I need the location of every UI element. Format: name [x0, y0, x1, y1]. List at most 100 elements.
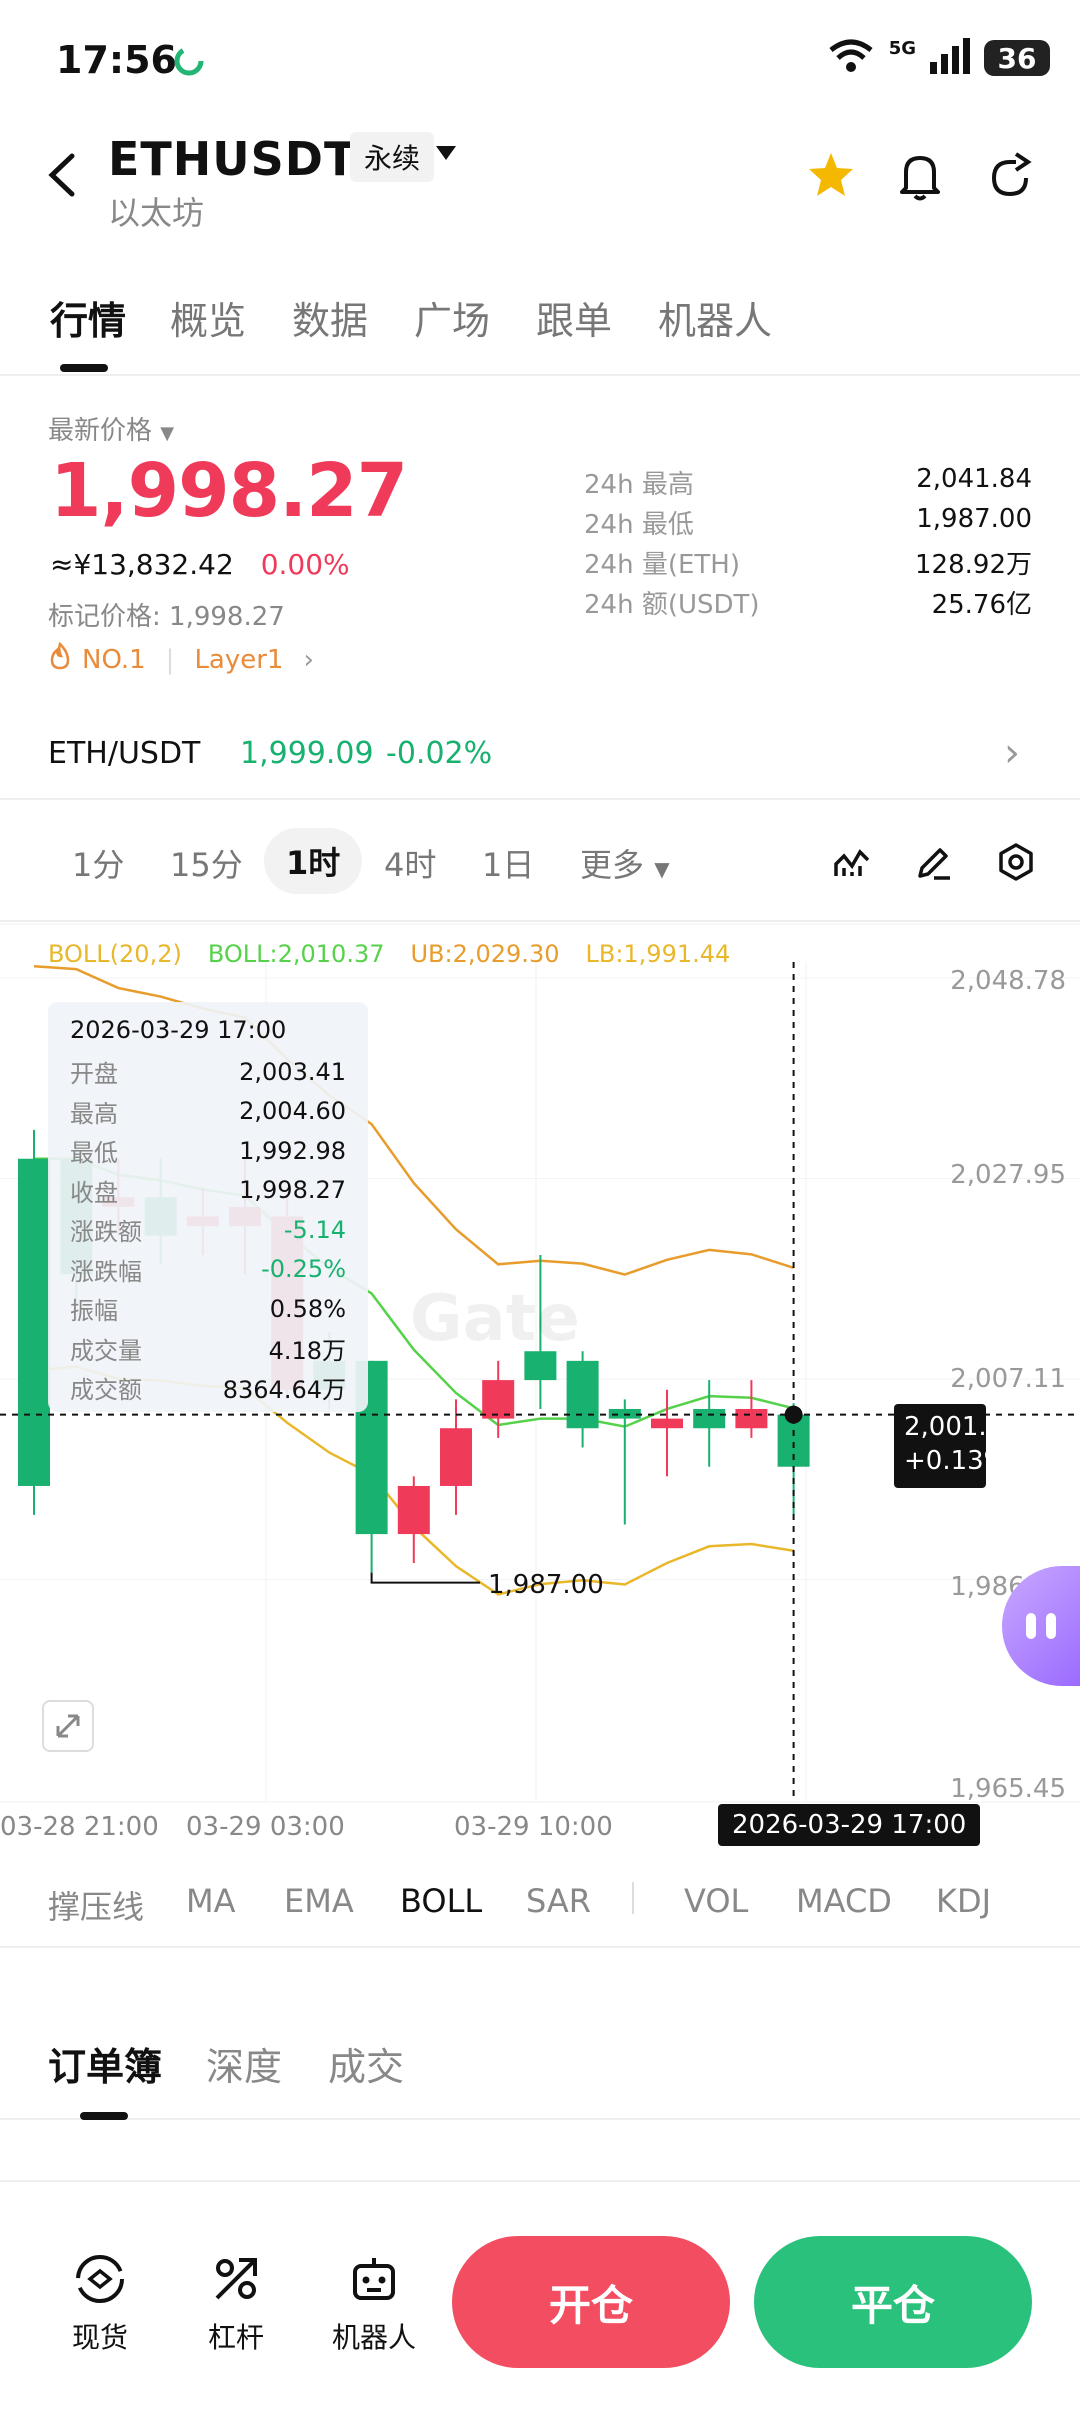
margin-icon: [215, 2258, 257, 2300]
ind-ema[interactable]: EMA: [284, 1882, 354, 1920]
stat-low-value: 1,987.00: [916, 504, 1032, 534]
tab-overview[interactable]: 概览: [170, 290, 246, 345]
tooltip-value: 8364.64万: [222, 1376, 346, 1405]
stat-volume: 24h 量(ETH) 128.92万: [584, 544, 1032, 584]
category-badge: Layer1: [194, 644, 284, 675]
favorite-star-icon[interactable]: [806, 150, 856, 204]
rank-divider: |: [165, 644, 175, 675]
chart-settings-icon[interactable]: [996, 842, 1036, 886]
stat-volume-value: 128.92万: [915, 550, 1032, 580]
stat-turnover: 24h 额(USDT) 25.76亿: [584, 584, 1032, 624]
tooltip-row: 涨跌额 -5.14: [70, 1210, 346, 1250]
pair-dropdown-icon[interactable]: [434, 144, 458, 166]
crosshair-dot: [784, 1405, 803, 1424]
indicator-tabs: 撑压线 MA EMA BOLL SAR VOL MACD KDJ: [0, 1852, 1080, 1948]
tab-data[interactable]: 数据: [292, 290, 368, 345]
tf-1m[interactable]: 1分: [72, 840, 124, 886]
ind-support-resistance[interactable]: 撑压线: [48, 1882, 144, 1928]
tab-trades[interactable]: 成交: [328, 2036, 404, 2091]
stat-turnover-label: 24h 额(USDT): [584, 590, 760, 620]
kline-chart[interactable]: BOLL(20,2) BOLL:2,010.37 UB:2,029.30 LB:…: [0, 922, 1080, 1852]
status-bar: 17:56 5G 36: [0, 0, 1080, 120]
ind-sar[interactable]: SAR: [526, 1882, 591, 1920]
back-button[interactable]: [44, 150, 80, 204]
tf-more[interactable]: 更多 ▼: [580, 840, 670, 886]
tf-1h[interactable]: 1时: [264, 828, 363, 894]
tooltip-key: 最高: [70, 1099, 118, 1128]
ind-boll[interactable]: BOLL: [400, 1882, 482, 1920]
fire-icon: [48, 641, 72, 677]
spot-button[interactable]: 现货: [72, 2252, 128, 2356]
x-label: 03-28 21:00: [0, 1812, 159, 1842]
spot-label: 现货: [72, 2321, 129, 2354]
low-marker-line: [370, 1572, 480, 1584]
spot-price-row[interactable]: ETH/USDT 1,999.09 -0.02% ›: [0, 720, 1080, 800]
low-marker-label: 1,987.00: [488, 1570, 604, 1600]
divider: [632, 1882, 634, 1914]
current-price-label: 2,001.04 +0.13%: [894, 1404, 1020, 1488]
spot-price: 1,999.09: [240, 736, 374, 771]
spot-icon: [76, 2255, 124, 2303]
crosshair-time-label: 2026-03-29 17:00: [718, 1804, 981, 1846]
ind-ma[interactable]: MA: [186, 1882, 236, 1920]
tab-depth[interactable]: 深度: [206, 2036, 282, 2091]
tooltip-key: 最低: [70, 1139, 118, 1168]
bot-button[interactable]: 机器人: [332, 2252, 416, 2356]
contract-type-tag[interactable]: 永续: [350, 132, 435, 182]
tab-market[interactable]: 行情: [50, 290, 126, 345]
stat-low-label: 24h 最低: [584, 510, 694, 540]
tooltip-key: 成交量: [70, 1336, 142, 1365]
header: ETHUSDT 永续 以太坊: [0, 120, 1080, 250]
y-tick: 1,965.45: [950, 1774, 1066, 1804]
indicator-chart-icon[interactable]: [832, 842, 872, 886]
cny-value: ≈¥13,832.42: [50, 548, 234, 581]
chevron-right-icon: ›: [1004, 730, 1020, 776]
tooltip-value: -0.25%: [261, 1255, 346, 1284]
tooltip-key: 开盘: [70, 1060, 118, 1089]
tab-orderbook[interactable]: 订单簿: [48, 2036, 162, 2091]
tf-more-label: 更多: [580, 846, 645, 884]
tf-4h[interactable]: 4时: [384, 840, 436, 886]
tooltip-row: 成交额 8364.64万: [70, 1368, 346, 1408]
open-position-button[interactable]: 开仓: [452, 2236, 730, 2368]
draw-pencil-icon[interactable]: [914, 842, 954, 886]
pair-title[interactable]: ETHUSDT: [108, 132, 356, 186]
close-position-button[interactable]: 平仓: [754, 2236, 1032, 2368]
last-price-label[interactable]: 最新价格 ▼: [48, 410, 174, 447]
margin-button[interactable]: 杠杆: [208, 2252, 264, 2356]
share-icon[interactable]: [986, 150, 1034, 204]
y-tick: 2,007.11: [950, 1364, 1066, 1394]
ind-vol[interactable]: VOL: [684, 1882, 748, 1920]
fullscreen-expand-icon[interactable]: [42, 1700, 94, 1752]
tab-copytrade[interactable]: 跟单: [536, 290, 612, 345]
tooltip-value: 0.58%: [269, 1294, 346, 1323]
bot-label: 机器人: [332, 2321, 417, 2354]
stat-high: 24h 最高 2,041.84: [584, 464, 1032, 504]
chevron-right-icon: ›: [303, 644, 314, 675]
spot-pair: ETH/USDT: [48, 736, 201, 771]
tab-square[interactable]: 广场: [414, 290, 490, 345]
ind-macd[interactable]: MACD: [796, 1882, 892, 1920]
stat-volume-label: 24h 量(ETH): [584, 550, 740, 580]
tab-underline: [60, 364, 108, 372]
tooltip-row: 涨跌幅 -0.25%: [70, 1250, 346, 1290]
tab-bot[interactable]: 机器人: [658, 290, 772, 345]
change-pct: 0.00%: [260, 548, 350, 581]
ind-kdj[interactable]: KDJ: [936, 1882, 991, 1920]
rank-row[interactable]: NO.1 | Layer1 ›: [48, 641, 314, 677]
assistant-eye: [1026, 1613, 1036, 1639]
tooltip-value: 2,004.60: [239, 1097, 346, 1126]
bell-icon[interactable]: [896, 150, 944, 206]
tooltip-value: 4.18万: [268, 1336, 346, 1365]
tf-1d[interactable]: 1日: [482, 840, 534, 886]
candle-body: [440, 1428, 472, 1486]
pair-subtitle: 以太坊: [108, 194, 205, 232]
status-right: 5G 36: [827, 38, 1050, 78]
orderbook-tabs: 订单簿 深度 成交: [0, 2000, 1080, 2120]
spot-change: -0.02%: [386, 736, 493, 771]
app-notification-icon: [172, 44, 206, 82]
signal-icon: [930, 38, 970, 78]
tf-15m[interactable]: 15分: [170, 840, 243, 886]
tooltip-key: 涨跌额: [70, 1218, 142, 1247]
last-price: 1,998.27: [50, 448, 408, 534]
